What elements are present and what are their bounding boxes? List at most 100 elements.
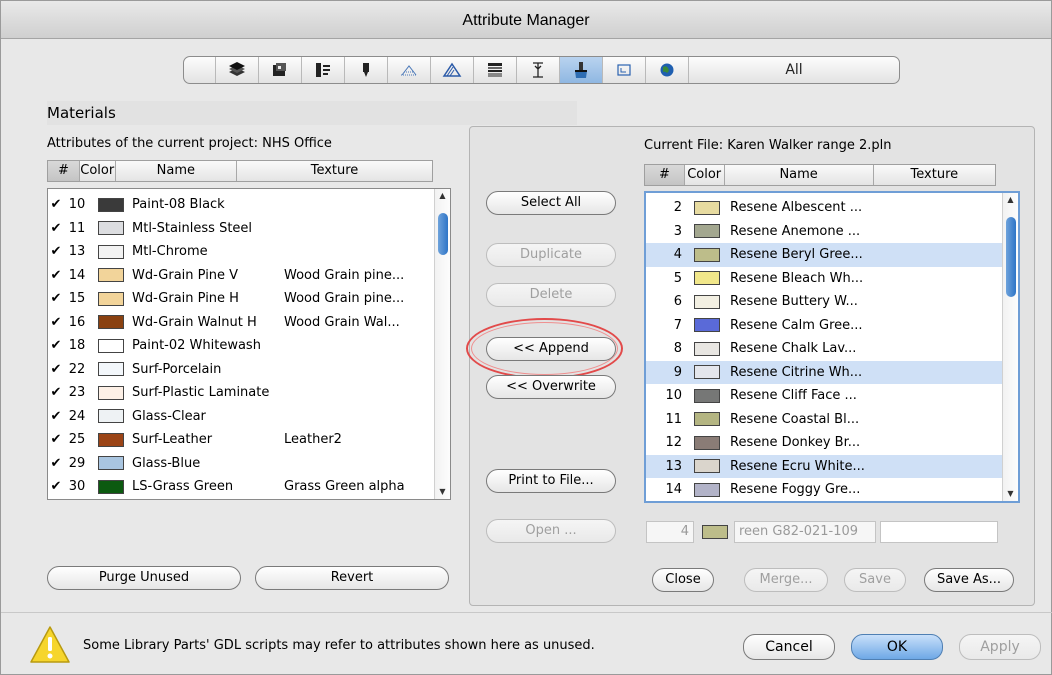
included-check-icon[interactable]: ✔ xyxy=(48,291,64,306)
scroll-up-icon[interactable]: ▲ xyxy=(435,189,450,203)
included-check-icon[interactable]: ✔ xyxy=(48,268,64,283)
detail-color-swatch[interactable] xyxy=(702,525,728,539)
revert-button[interactable]: Revert xyxy=(255,566,449,590)
row-name: Resene Bleach Wh... xyxy=(730,270,864,286)
color-swatch xyxy=(694,224,720,239)
color-swatch xyxy=(694,388,720,403)
merge-button[interactable]: Merge... xyxy=(744,568,828,592)
scroll-down-icon[interactable]: ▼ xyxy=(435,485,450,499)
toolbar-spacer xyxy=(184,57,216,83)
table-row[interactable]: ✔ 16 Wd-Grain Walnut H Wood Grain Wal... xyxy=(48,311,450,335)
table-row[interactable]: ✔ 23 Surf-Plastic Laminate xyxy=(48,381,450,405)
save-as-button[interactable]: Save As... xyxy=(924,568,1014,592)
table-row[interactable]: 2 Resene Albescent ... xyxy=(646,196,1018,220)
close-button[interactable]: Close xyxy=(652,568,714,592)
col-texture[interactable]: Texture xyxy=(237,161,432,181)
ok-button[interactable]: OK xyxy=(851,634,943,660)
table-row[interactable]: 7 Resene Calm Gree... xyxy=(646,314,1018,338)
table-row[interactable]: 13 Resene Ecru White... xyxy=(646,454,1018,478)
open-button[interactable]: Open ... xyxy=(486,519,616,543)
file-list-scrollbar[interactable]: ▲ ▼ xyxy=(1002,193,1018,501)
materials-icon[interactable] xyxy=(560,57,603,83)
included-check-icon[interactable]: ✔ xyxy=(48,385,64,400)
row-name: Wd-Grain Pine V xyxy=(132,267,239,283)
markups-icon[interactable] xyxy=(603,57,646,83)
profiles-icon[interactable] xyxy=(431,57,474,83)
included-check-icon[interactable]: ✔ xyxy=(48,338,64,353)
table-row[interactable]: 8 Resene Chalk Lav... xyxy=(646,337,1018,361)
title-bar[interactable]: Attribute Manager xyxy=(1,1,1051,39)
col-num[interactable]: # xyxy=(48,161,80,181)
row-number: 9 xyxy=(673,364,682,380)
duplicate-button[interactable]: Duplicate xyxy=(486,243,616,267)
line-types-icon[interactable] xyxy=(302,57,345,83)
table-row[interactable]: 14 Resene Foggy Gre... xyxy=(646,478,1018,501)
color-swatch xyxy=(98,432,124,447)
project-list-scrollbar[interactable]: ▲ ▼ xyxy=(434,189,450,499)
overwrite-button[interactable]: << Overwrite xyxy=(486,375,616,399)
table-row[interactable]: 11 Resene Coastal Bl... xyxy=(646,408,1018,432)
detail-index-field[interactable]: 4 xyxy=(646,521,694,543)
col-color[interactable]: Color xyxy=(80,161,116,181)
included-check-icon[interactable]: ✔ xyxy=(48,221,64,236)
col-texture[interactable]: Texture xyxy=(874,165,995,185)
table-row[interactable]: ✔ 11 Mtl-Stainless Steel xyxy=(48,217,450,241)
included-check-icon[interactable]: ✔ xyxy=(48,409,64,424)
table-row[interactable]: 3 Resene Anemone ... xyxy=(646,220,1018,244)
included-check-icon[interactable]: ✔ xyxy=(48,244,64,259)
print-to-file-button[interactable]: Print to File... xyxy=(486,469,616,493)
included-check-icon[interactable]: ✔ xyxy=(48,456,64,471)
table-row[interactable]: ✔ 18 Paint-02 Whitewash xyxy=(48,334,450,358)
location-icon[interactable] xyxy=(646,57,689,83)
composites-icon[interactable] xyxy=(388,57,431,83)
table-row[interactable]: ✔ 10 Paint-08 Black xyxy=(48,193,450,217)
included-check-icon[interactable]: ✔ xyxy=(48,479,64,494)
apply-button[interactable]: Apply xyxy=(959,634,1041,660)
row-number: 23 xyxy=(68,385,86,401)
table-row[interactable]: ✔ 14 Wd-Grain Pine V Wood Grain pine... xyxy=(48,264,450,288)
col-num[interactable]: # xyxy=(645,165,685,185)
table-row[interactable]: 12 Resene Donkey Br... xyxy=(646,431,1018,455)
table-row[interactable]: 4 Resene Beryl Gree... xyxy=(646,243,1018,267)
cancel-button[interactable]: Cancel xyxy=(743,634,835,660)
select-all-button[interactable]: Select All xyxy=(486,191,616,215)
fill-types-icon[interactable] xyxy=(345,57,388,83)
table-row[interactable]: ✔ 25 Surf-Leather Leather2 xyxy=(48,428,450,452)
detail-name-field[interactable]: reen G82-021-109 xyxy=(734,521,876,543)
project-materials-list[interactable]: ✔ 10 Paint-08 Black ✔ 11 Mtl-Stainless Steel ✔… xyxy=(47,188,451,500)
scroll-down-icon[interactable]: ▼ xyxy=(1003,487,1018,501)
table-row[interactable]: ✔ 15 Wd-Grain Pine H Wood Grain pine... xyxy=(48,287,450,311)
color-swatch xyxy=(98,291,124,306)
table-row[interactable]: ✔ 22 Surf-Porcelain xyxy=(48,358,450,382)
table-row[interactable]: ✔ 24 Glass-Clear xyxy=(48,405,450,429)
included-check-icon[interactable]: ✔ xyxy=(48,197,64,212)
pens-icon[interactable] xyxy=(259,57,302,83)
scroll-thumb[interactable] xyxy=(438,213,448,255)
table-row[interactable]: 5 Resene Bleach Wh... xyxy=(646,267,1018,291)
table-row[interactable]: ✔ 29 Glass-Blue xyxy=(48,452,450,476)
col-color[interactable]: Color xyxy=(685,165,725,185)
table-row[interactable]: 9 Resene Citrine Wh... xyxy=(646,360,1018,384)
zones-icon[interactable] xyxy=(474,57,517,83)
col-name[interactable]: Name xyxy=(116,161,238,181)
detail-texture-field[interactable] xyxy=(880,521,998,543)
delete-button[interactable]: Delete xyxy=(486,283,616,307)
scroll-up-icon[interactable]: ▲ xyxy=(1003,193,1018,207)
included-check-icon[interactable]: ✔ xyxy=(48,432,64,447)
table-row[interactable]: 6 Resene Buttery W... xyxy=(646,290,1018,314)
save-button[interactable]: Save xyxy=(844,568,906,592)
layers-icon[interactable] xyxy=(216,57,259,83)
table-row[interactable]: ✔ 13 Mtl-Chrome xyxy=(48,240,450,264)
purge-unused-button[interactable]: Purge Unused xyxy=(47,566,241,590)
table-row[interactable]: 10 Resene Cliff Face ... xyxy=(646,384,1018,408)
col-name[interactable]: Name xyxy=(725,165,874,185)
file-materials-list[interactable]: 2 Resene Albescent ... 3 Resene Anemone ...… xyxy=(644,191,1020,503)
scroll-thumb[interactable] xyxy=(1006,217,1016,297)
all-tab[interactable]: All xyxy=(689,57,899,83)
included-check-icon[interactable]: ✔ xyxy=(48,315,64,330)
row-number: 13 xyxy=(68,244,86,260)
building-materials-icon[interactable] xyxy=(517,57,560,83)
included-check-icon[interactable]: ✔ xyxy=(48,362,64,377)
table-row[interactable]: ✔ 30 LS-Grass Green Grass Green alpha xyxy=(48,475,450,499)
row-name: Resene Chalk Lav... xyxy=(730,341,857,357)
